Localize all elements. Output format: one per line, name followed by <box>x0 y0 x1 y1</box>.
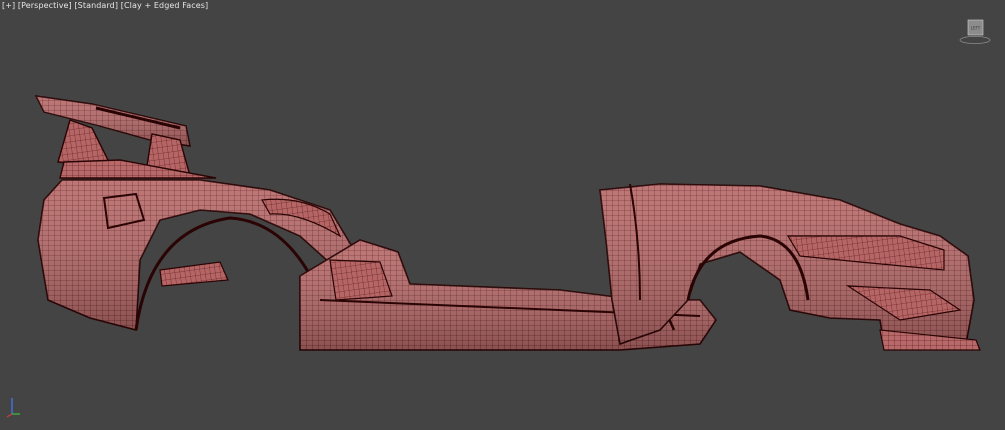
perspective-viewport[interactable]: [+] [Perspective] [Standard] [Clay + Edg… <box>0 0 1005 430</box>
rear-spoiler <box>34 95 217 179</box>
axis-tripod-icon <box>6 398 20 418</box>
car-body-mesh[interactable] <box>0 0 1005 430</box>
front-fender <box>599 183 981 351</box>
